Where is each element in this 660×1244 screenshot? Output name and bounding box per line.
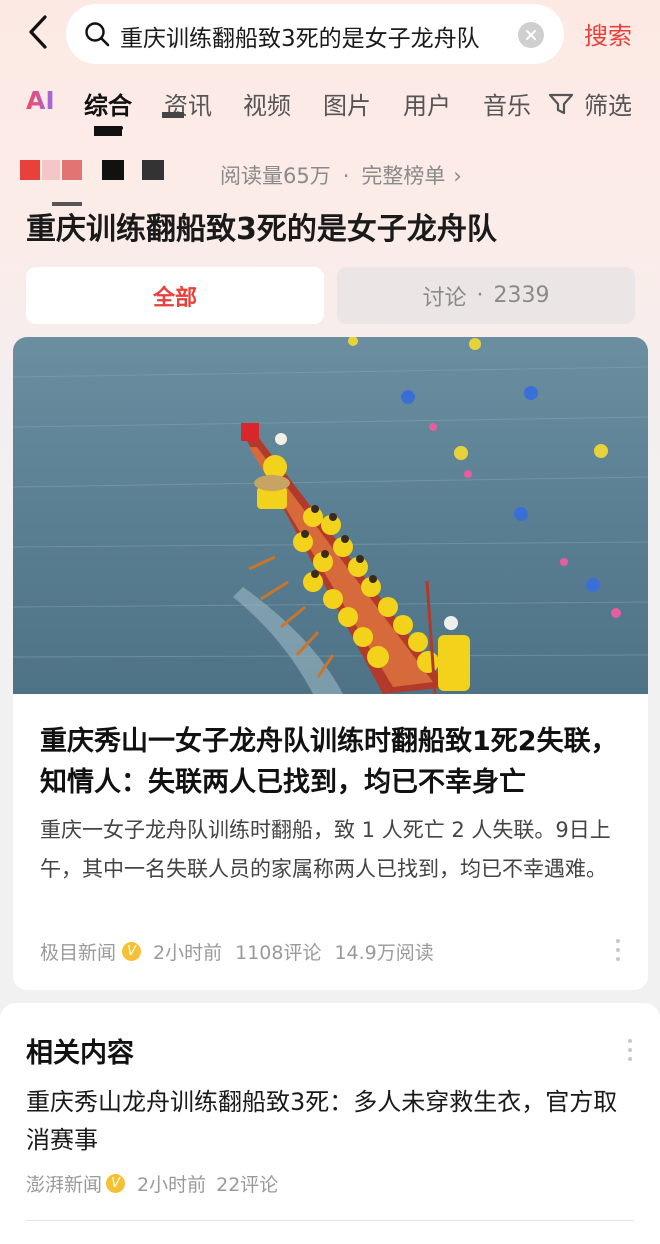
full-list-link[interactable]: 完整榜单 (361, 164, 445, 188)
back-arrow-icon (29, 15, 47, 49)
tab-users[interactable]: 用户 (403, 86, 451, 121)
article-time: 2小时前 (153, 942, 223, 964)
read-count: 阅读量65万 (220, 164, 331, 188)
redacted-mark (42, 160, 60, 180)
news-card[interactable]: 重庆秀山一女子龙舟队训练时翻船致1死2失联，知情人：失联两人已找到，均已不幸身亡… (13, 337, 648, 990)
hotlist-info[interactable]: 阅读量65万 · 完整榜单 › (220, 160, 462, 190)
search-button[interactable]: 搜索 (584, 16, 632, 51)
related-content-section: 相关内容 重庆秀山龙舟训练翻船致3死：多人未穿救生衣，官方取消赛事 澎湃新闻 V… (0, 1003, 660, 1244)
separator-dot: · (476, 283, 484, 308)
tab-music[interactable]: 音乐 (483, 86, 531, 121)
search-input[interactable]: 重庆训练翻船致3死的是女子龙舟队 (66, 4, 564, 64)
tab-filter[interactable]: 筛选 (584, 86, 632, 121)
redacted-mark (102, 160, 124, 180)
filter-icon[interactable] (548, 92, 574, 116)
tab-ai[interactable]: AI (26, 86, 55, 115)
tab-images[interactable]: 图片 (323, 86, 371, 121)
redacted-mark (20, 160, 40, 180)
tab-video[interactable]: 视频 (243, 86, 291, 121)
redacted-mark (94, 126, 122, 136)
tab-comprehensive[interactable]: 综合 (84, 86, 132, 121)
news-photo[interactable] (13, 337, 648, 694)
back-button[interactable] (20, 12, 56, 52)
search-query-text[interactable]: 重庆训练翻船致3死的是女子龙舟队 (120, 19, 510, 53)
redacted-mark (62, 160, 82, 180)
article-meta: 极目新闻 V 2小时前 1108评论 14.9万阅读 (40, 938, 447, 965)
topic-title: 重庆训练翻船致3死的是女子龙舟队 (26, 212, 497, 247)
close-icon (526, 30, 536, 40)
category-tabs: AI 综合 资讯 视频 图片 用户 音乐 筛选 (0, 82, 660, 130)
discussion-count: 2339 (493, 283, 550, 308)
discussion-label: 讨论 (422, 285, 467, 311)
article-source[interactable]: 极目新闻 (40, 938, 116, 965)
article-reads: 14.9万阅读 (334, 942, 434, 964)
article-headline[interactable]: 重庆秀山一女子龙舟队训练时翻船致1死2失联，知情人：失联两人已找到，均已不幸身亡 (40, 721, 625, 803)
related-item-title[interactable]: 重庆秀山龙舟训练翻船致3死：多人未穿救生衣，官方取消赛事 (26, 1083, 638, 1159)
redacted-mark (142, 160, 164, 180)
related-section-title: 相关内容 (26, 1038, 134, 1069)
chevron-right-icon: › (453, 164, 462, 188)
clear-search-button[interactable] (518, 22, 544, 48)
article-comments: 1108评论 (235, 942, 322, 964)
related-item-time: 2小时前 (137, 1174, 207, 1196)
related-item-comments: 22评论 (216, 1174, 279, 1196)
verified-badge-icon: V (122, 942, 142, 961)
article-summary: 重庆一女子龙舟队训练时翻船，致 1 人死亡 2 人失联。9日上午，其中一名失联人… (40, 818, 611, 881)
redacted-mark (162, 112, 184, 118)
related-item-meta: 澎湃新闻 V 2小时前 22评论 (26, 1170, 288, 1197)
divider (26, 1220, 634, 1221)
verified-badge-icon: V (106, 1174, 126, 1193)
more-options-icon[interactable] (628, 1039, 634, 1061)
separator-dot: · (342, 164, 350, 188)
top-search-bar: 重庆训练翻船致3死的是女子龙舟队 搜索 (0, 0, 660, 66)
segment-all-button[interactable]: 全部 (26, 267, 324, 324)
more-options-icon[interactable] (616, 939, 622, 961)
segment-discussion-button[interactable]: 讨论 · 2339 (337, 267, 635, 324)
related-item-source[interactable]: 澎湃新闻 (26, 1170, 102, 1197)
search-icon (85, 22, 110, 47)
